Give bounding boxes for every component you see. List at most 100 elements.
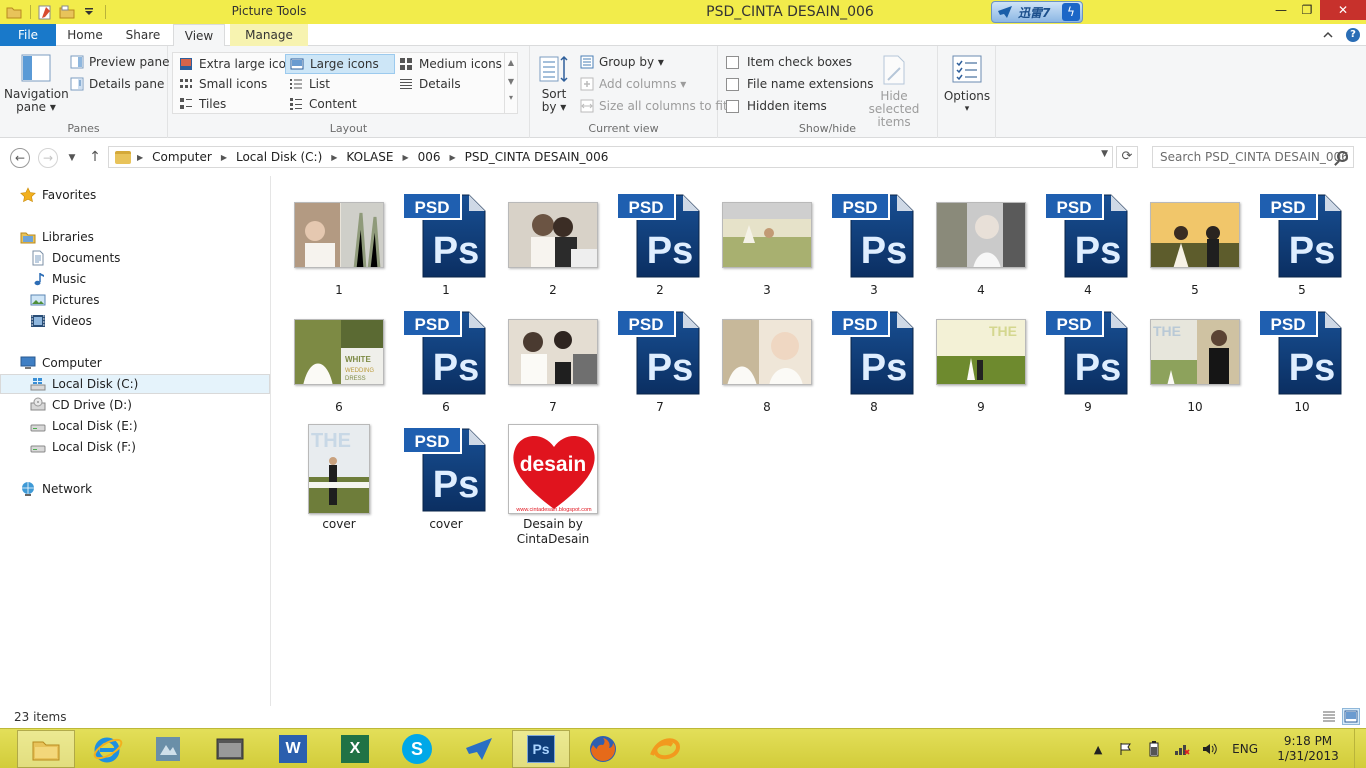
breadcrumb-chevron-icon[interactable]: ▶ <box>221 153 227 162</box>
add-columns-button[interactable]: Add columns ▾ <box>580 74 686 94</box>
tab-manage[interactable]: Manage <box>230 24 308 46</box>
hidden-items-toggle[interactable]: Hidden items <box>726 96 827 116</box>
breadcrumb-kolase[interactable]: KOLASE <box>346 150 393 164</box>
taskbar-skype[interactable]: S <box>388 730 446 768</box>
file-item[interactable]: PSD Ps 2 <box>607 179 713 297</box>
folder-icon[interactable] <box>6 4 22 20</box>
file-item[interactable]: PSD Ps 3 <box>821 179 927 297</box>
maximize-button[interactable]: ❐ <box>1294 0 1320 20</box>
file-item[interactable]: PSD Ps 1 <box>393 179 499 297</box>
file-name-extensions-checkbox[interactable] <box>726 77 739 91</box>
clock[interactable]: 9:18 PM 1/31/2013 <box>1268 734 1348 764</box>
breadcrumb-chevron-icon[interactable]: ▶ <box>450 153 456 162</box>
back-button[interactable]: ← <box>10 148 30 168</box>
file-item[interactable]: PSD Ps 4 <box>1035 179 1141 297</box>
layout-scroll[interactable]: ▲ ▼ ▾ <box>504 53 517 113</box>
address-history-chevron-icon[interactable]: ▼ <box>1101 149 1108 159</box>
tab-file[interactable]: File <box>0 24 56 46</box>
network-status-icon[interactable] <box>1174 741 1190 757</box>
nav-local-disk-f[interactable]: Local Disk (F:) <box>0 437 270 457</box>
taskbar-excel[interactable]: X <box>326 730 384 768</box>
file-item[interactable]: 5 <box>1142 179 1248 297</box>
breadcrumb-006[interactable]: 006 <box>418 150 441 164</box>
file-item[interactable]: WHITE WEDDING DRESS 6 <box>286 296 392 414</box>
more-icon[interactable]: ▾ <box>505 91 517 105</box>
taskbar-photoshop[interactable]: Ps <box>512 730 570 768</box>
extra-large-icons-option[interactable]: Extra large icons <box>175 54 300 74</box>
breadcrumb-current-folder[interactable]: PSD_CINTA DESAIN_006 <box>465 150 609 164</box>
file-item[interactable]: 7 <box>500 296 606 414</box>
taskbar-internet-explorer[interactable] <box>79 730 137 768</box>
file-item[interactable]: PSD Ps 5 <box>1249 179 1355 297</box>
breadcrumb-local-disk-c[interactable]: Local Disk (C:) <box>236 150 322 164</box>
nav-pictures[interactable]: Pictures <box>0 290 270 310</box>
file-item[interactable]: 2 <box>500 179 606 297</box>
group-by-button[interactable]: Group by ▾ <box>580 52 664 72</box>
nav-videos[interactable]: Videos <box>0 311 270 331</box>
action-center-flag-icon[interactable] <box>1118 741 1134 757</box>
taskbar-word[interactable]: W <box>264 730 322 768</box>
breadcrumb-chevron-icon[interactable]: ▶ <box>402 153 408 162</box>
details-pane-button[interactable]: Details pane <box>70 74 164 94</box>
breadcrumb-chevron-icon[interactable]: ▶ <box>331 153 337 162</box>
tab-home[interactable]: Home <box>58 24 112 46</box>
hidden-items-checkbox[interactable] <box>726 99 739 113</box>
file-name-extensions-toggle[interactable]: File name extensions <box>726 74 874 94</box>
hide-selected-button[interactable]: Hide selected items <box>854 54 934 129</box>
taskbar-pinned-app[interactable] <box>636 730 694 768</box>
help-icon[interactable]: ? <box>1346 28 1360 42</box>
forward-button[interactable]: → <box>38 148 58 168</box>
nav-libraries[interactable]: Libraries <box>0 227 270 247</box>
volume-icon[interactable] <box>1202 741 1218 757</box>
up-button[interactable]: ↑ <box>88 147 102 167</box>
file-item[interactable]: 3 <box>714 179 820 297</box>
taskbar-unknown-app[interactable] <box>139 730 197 768</box>
file-item[interactable]: PSD Ps 8 <box>821 296 927 414</box>
tab-view[interactable]: View <box>173 24 225 47</box>
file-item[interactable]: desain www.cintadesain.blogspot.com Desa… <box>500 413 606 546</box>
taskbar-firefox[interactable] <box>574 730 632 768</box>
address-bar[interactable]: ▶ Computer ▶ Local Disk (C:) ▶ KOLASE ▶ … <box>108 146 1113 168</box>
options-button[interactable]: Options ▾ <box>942 54 992 116</box>
breadcrumb-chevron-icon[interactable]: ▶ <box>137 153 143 162</box>
file-item[interactable]: PSD Ps 10 <box>1249 296 1355 414</box>
file-item[interactable]: 4 <box>928 179 1034 297</box>
large-icons-option[interactable]: Large icons <box>285 54 395 74</box>
list-option[interactable]: List <box>285 74 395 94</box>
file-item[interactable]: PSD Ps 9 <box>1035 296 1141 414</box>
minimize-button[interactable]: — <box>1268 0 1294 20</box>
details-view-toggle[interactable] <box>1320 708 1338 725</box>
taskbar-file-explorer[interactable] <box>17 730 75 768</box>
taskbar-xunlei[interactable] <box>450 730 508 768</box>
show-hidden-icons-chevron-icon[interactable]: ▲ <box>1090 741 1106 757</box>
tiles-option[interactable]: Tiles <box>175 94 285 114</box>
file-item[interactable]: THE cover <box>286 413 392 531</box>
input-language[interactable]: ENG <box>1232 742 1258 756</box>
search-input[interactable]: Search PSD_CINTA DESAIN_006 <box>1152 146 1354 168</box>
nav-local-disk-c[interactable]: Local Disk (C:) <box>0 374 270 394</box>
size-columns-button[interactable]: Size all columns to fit <box>580 96 728 116</box>
preview-pane-button[interactable]: Preview pane <box>70 52 169 72</box>
new-folder-icon[interactable] <box>59 4 75 20</box>
battery-icon[interactable] <box>1146 741 1162 757</box>
nav-music[interactable]: Music <box>0 269 270 289</box>
sort-by-button[interactable]: Sort by ▾ <box>536 54 572 114</box>
taskbar-window-app[interactable] <box>201 730 259 768</box>
nav-cd-drive-d[interactable]: CD Drive (D:) <box>0 395 270 415</box>
nav-documents[interactable]: Documents <box>0 248 270 268</box>
customize-toolbar-icon[interactable] <box>81 4 97 20</box>
scroll-down-icon[interactable]: ▼ <box>505 72 517 91</box>
properties-icon[interactable] <box>37 4 53 20</box>
show-desktop-button[interactable] <box>1354 729 1366 768</box>
file-item[interactable]: 1 <box>286 179 392 297</box>
large-icons-view-toggle[interactable] <box>1342 708 1360 725</box>
file-item[interactable]: 8 <box>714 296 820 414</box>
file-item[interactable]: PSD Ps 7 <box>607 296 713 414</box>
search-icon[interactable] <box>1337 151 1348 162</box>
content-option[interactable]: Content <box>285 94 395 114</box>
item-check-boxes-checkbox[interactable] <box>726 55 739 69</box>
file-item[interactable]: THE 10 <box>1142 296 1248 414</box>
details-option[interactable]: Details <box>395 74 505 94</box>
small-icons-option[interactable]: Small icons <box>175 74 285 94</box>
recent-locations-button[interactable]: ▼ <box>66 148 78 168</box>
